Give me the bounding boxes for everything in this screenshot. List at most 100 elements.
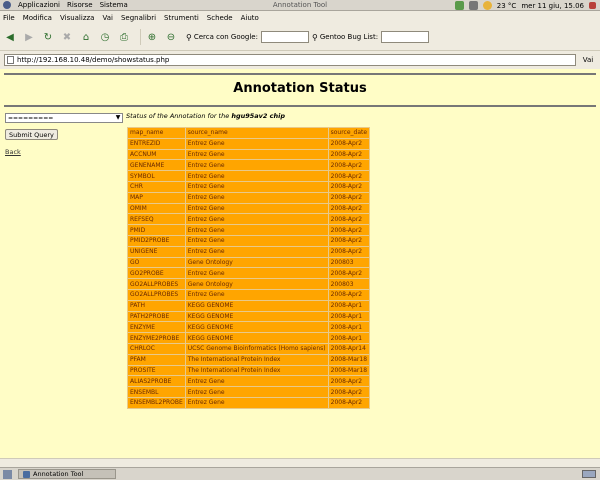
page-icon [7,56,14,64]
zoom-out-icon[interactable]: ⊖ [164,30,178,44]
show-desktop-icon[interactable] [3,469,12,479]
search-google-input[interactable] [260,31,309,43]
zoom-in-icon[interactable]: ⊕ [145,30,159,44]
forward-arrow-icon[interactable]: ▶ [22,30,36,44]
cell-source-date: 2008-Mar18 [327,364,371,377]
cell-source-date: 2008-Apr2 [327,159,371,172]
cell-source-name: Entrez Gene [184,191,329,204]
stop-icon[interactable]: ✖ [60,30,74,44]
menu-aiuto[interactable]: Aiuto [241,14,259,22]
page-title: Annotation Status [233,81,367,96]
cell-source-name: Entrez Gene [184,148,329,161]
workspace-switcher[interactable] [582,470,596,478]
back-arrow-icon[interactable]: ◀ [3,30,17,44]
menu-modifica[interactable]: Modifica [23,14,52,22]
menu-visualizza[interactable]: Visualizza [60,14,94,22]
cell-source-date: 2008-Apr2 [327,224,371,236]
divider-bottom [4,105,596,107]
gentoo-bug-label: Gentoo Bug List: [319,33,379,41]
cell-source-date: 2008-Apr2 [327,148,371,161]
cell-map-name: ENZYME2PROBE [127,332,186,344]
cell-source-date: 200803 [327,278,371,290]
cell-source-date: 2008-Apr2 [327,202,371,215]
top-panel: Applicazioni Risorse Sistema Annotation … [0,0,600,11]
header-source-name: source_name [184,127,329,139]
clock[interactable]: mer 11 giu, 15.06 [521,2,584,10]
search-google-icon: ⚲ [186,32,192,42]
table-row: ALIAS2PROBE Entrez Gene 2008-Apr2 [127,375,371,388]
menu-segnalibri[interactable]: Segnalibri [121,14,156,22]
table-row: GO2PROBE Entrez Gene 2008-Apr2 [127,267,371,280]
cell-source-name: Gene Ontology [184,278,329,290]
cell-source-name: The International Protein Index [184,353,329,366]
panel-menus: Applicazioni Risorse Sistema [0,0,135,11]
table-row: OMIM Entrez Gene 2008-Apr2 [127,202,371,215]
cell-source-date: 2008-Apr2 [327,267,371,280]
table-row: GENENAME Entrez Gene 2008-Apr2 [127,159,371,172]
cell-map-name: GENENAME [127,159,186,172]
bottom-panel: Annotation Tool [0,467,600,480]
cell-source-date: 2008-Apr2 [327,375,371,388]
cell-map-name: ENSEMBL2PROBE [127,396,186,409]
cell-source-name: KEGG GENOME [184,332,329,344]
cell-source-name: Entrez Gene [184,213,329,226]
taskbar-window-button[interactable]: Annotation Tool [18,469,116,479]
print-icon[interactable]: ⎙ [117,30,131,44]
menu-file[interactable]: File [3,14,15,22]
panel-menu-sistema[interactable]: Sistema [100,1,128,9]
cell-source-date: 2008-Apr2 [327,191,371,204]
chip-name: hgu95av2 chip [231,112,286,120]
location-bar: http://192.168.10.48/demo/showstatus.php… [0,52,600,68]
table-row: ENZYME KEGG GENOME 2008-Apr1 [127,321,371,334]
menu-vai[interactable]: Vai [102,14,112,22]
cell-map-name: GO [127,256,186,269]
table-row: REFSEQ Entrez Gene 2008-Apr2 [127,213,371,226]
table-row: CHRLOC UCSC Genome Bioinformatics (Homo s… [127,342,371,355]
gnome-foot-icon[interactable] [3,1,11,9]
table-row: PATH2PROBE KEGG GENOME 2008-Apr1 [127,310,371,323]
chip-select[interactable]: ========= ▼ [5,113,123,123]
table-row: PMID Entrez Gene 2008-Apr2 [127,224,371,236]
weather-icon[interactable] [482,1,492,10]
cell-source-date: 2008-Apr2 [327,245,371,258]
network-icon[interactable] [454,1,464,10]
panel-menu-risorse[interactable]: Risorse [67,1,93,9]
chevron-down-icon[interactable]: ▼ [115,115,121,121]
cell-source-name: Entrez Gene [184,234,329,247]
cell-map-name: PROSITE [127,364,186,377]
cell-map-name: REFSEQ [127,213,186,226]
weather-temp[interactable]: 23 °C [497,2,517,10]
cell-source-date: 2008-Apr2 [327,386,371,398]
menu-strumenti[interactable]: Strumenti [164,14,199,22]
volume-icon[interactable] [468,1,478,10]
cell-source-date: 2008-Apr2 [327,137,371,150]
cell-map-name: PATH [127,299,186,312]
menu-schede[interactable]: Schede [207,14,233,22]
cell-map-name: SYMBOL [127,170,186,182]
go-button[interactable]: Vai [580,56,596,64]
menubar: File Modifica Visualizza Vai Segnalibri … [0,12,600,23]
history-icon[interactable]: ◷ [98,30,112,44]
home-icon[interactable]: ⌂ [79,30,93,44]
close-icon[interactable] [589,2,596,9]
cell-map-name: ALIAS2PROBE [127,375,186,388]
taskbar-window-label: Annotation Tool [33,470,84,478]
cell-source-name: KEGG GENOME [184,299,329,312]
page-content: Annotation Status ========= ▼ Status of … [0,69,600,458]
reload-icon[interactable]: ↻ [41,30,55,44]
header-map-name: map_name [127,127,186,139]
table-row: UNIGENE Entrez Gene 2008-Apr2 [127,245,371,258]
gentoo-bug-input[interactable] [381,31,430,43]
table-row: GO2ALLPROBES Entrez Gene 2008-Apr2 [127,288,371,301]
status-prefix: Status of the Annotation for the [126,112,230,120]
cell-source-date: 200803 [327,256,371,269]
submit-query-button[interactable]: Submit Query [5,129,58,140]
cell-source-name: KEGG GENOME [184,321,329,334]
panel-menu-applicazioni[interactable]: Applicazioni [18,1,60,9]
cell-map-name: GO2ALLPROBES [127,288,186,301]
back-link[interactable]: Back [5,148,21,156]
cell-map-name: PMID [127,224,186,236]
cell-source-date: 2008-Apr2 [327,396,371,409]
cell-source-name: Entrez Gene [184,180,329,193]
url-input[interactable]: http://192.168.10.48/demo/showstatus.php [4,54,576,66]
